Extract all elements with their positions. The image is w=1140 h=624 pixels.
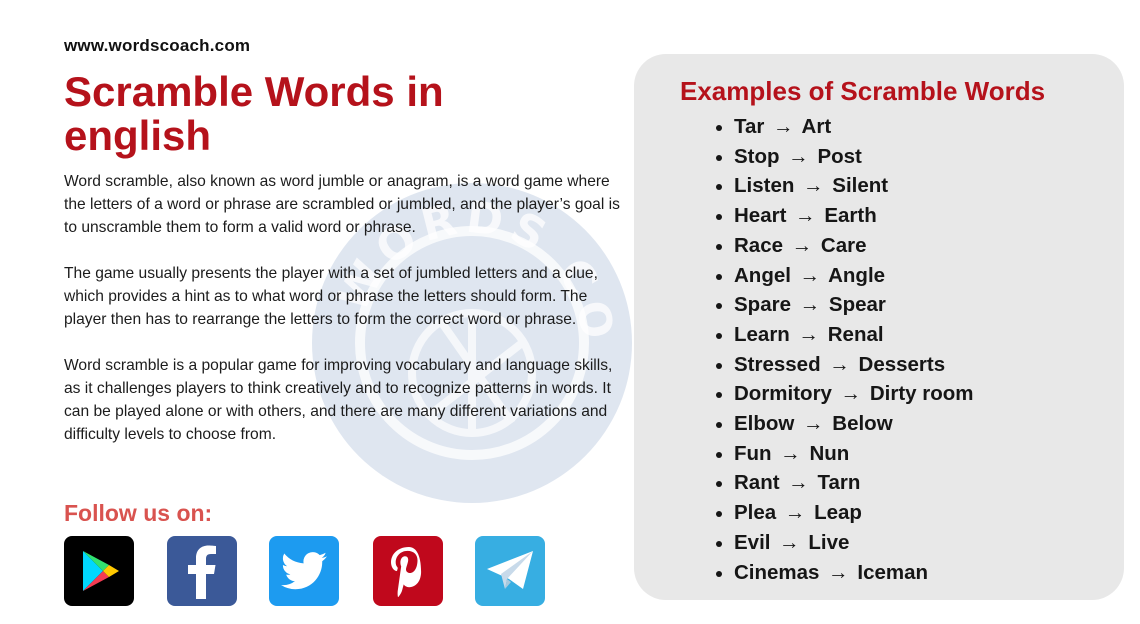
- paragraph-benefits: Word scramble is a popular game for impr…: [64, 357, 613, 443]
- example-item: Listen → Silent: [712, 171, 974, 201]
- arrow-right-icon: →: [788, 471, 809, 495]
- unscrambled-word: Art: [801, 115, 832, 138]
- example-item: Plea → Leap: [712, 498, 974, 528]
- facebook-button[interactable]: [167, 536, 237, 606]
- scrambled-word: Tar: [734, 115, 765, 138]
- examples-panel: Examples of Scramble Words Tar → Art Stop…: [634, 54, 1124, 600]
- example-item: Dormitory → Dirty room: [712, 379, 974, 409]
- examples-list: Tar → Art Stop → Post Listen → Silent Heart…: [712, 112, 974, 587]
- unscrambled-word: Dirty room: [869, 382, 974, 406]
- scrambled-word: Learn: [734, 322, 790, 346]
- scrambled-word: Listen: [734, 174, 795, 198]
- scrambled-word: Angel: [734, 263, 791, 287]
- arrow-right-icon: →: [779, 530, 800, 554]
- example-item: Heart → Earth: [712, 201, 974, 231]
- unscrambled-word: Desserts: [858, 352, 946, 376]
- arrow-right-icon: →: [791, 233, 813, 257]
- arrow-right-icon: →: [828, 560, 849, 584]
- scrambled-word: Rant: [734, 471, 780, 495]
- google-play-icon: [83, 551, 119, 591]
- example-item: Elbow → Below: [712, 409, 974, 439]
- scrambled-word: Dormitory: [734, 382, 832, 406]
- unscrambled-word: Earth: [824, 204, 877, 228]
- paragraph-gameplay: The game usually presents the player wit…: [64, 265, 598, 328]
- site-url[interactable]: www.wordscoach.com: [64, 36, 250, 56]
- scrambled-word: Fun: [734, 441, 772, 465]
- example-item: Stressed → Desserts: [712, 350, 974, 380]
- unscrambled-word: Leap: [814, 501, 862, 525]
- twitter-button[interactable]: [269, 536, 339, 606]
- arrow-right-icon: →: [840, 382, 862, 406]
- example-item: Evil → Live: [712, 528, 974, 558]
- example-item: Cinemas → Iceman: [712, 558, 974, 588]
- telegram-button[interactable]: [475, 536, 545, 606]
- google-play-button[interactable]: [64, 536, 134, 606]
- example-item: Rant → Tarn: [712, 468, 974, 498]
- scrambled-word: Race: [734, 233, 784, 257]
- page-title: Scramble Words in english: [64, 68, 444, 159]
- arrow-right-icon: →: [788, 144, 809, 168]
- scrambled-word: Heart: [734, 204, 787, 228]
- scrambled-word: Spare: [734, 293, 791, 317]
- example-item: Spare → Spear: [712, 290, 974, 320]
- unscrambled-word: Post: [817, 144, 862, 168]
- unscrambled-word: Tarn: [817, 471, 861, 495]
- unscrambled-word: Spear: [828, 293, 886, 317]
- pinterest-button[interactable]: [373, 536, 443, 606]
- article-body: Word scramble, also known as word jumble…: [64, 170, 624, 469]
- unscrambled-word: Live: [808, 530, 850, 554]
- unscrambled-word: Renal: [827, 322, 884, 346]
- arrow-right-icon: →: [798, 322, 820, 346]
- arrow-right-icon: →: [799, 263, 821, 287]
- unscrambled-word: Silent: [832, 174, 889, 198]
- pinterest-icon: [391, 547, 422, 597]
- facebook-icon: [188, 545, 216, 599]
- scrambled-word: Stop: [734, 144, 780, 168]
- arrow-right-icon: →: [795, 204, 816, 228]
- example-item: Race → Care: [712, 231, 974, 261]
- example-item: Learn → Renal: [712, 320, 974, 350]
- telegram-icon: [487, 551, 533, 589]
- scrambled-word: Plea: [734, 501, 777, 525]
- arrow-right-icon: →: [780, 441, 801, 465]
- unscrambled-word: Angle: [828, 263, 886, 287]
- unscrambled-word: Iceman: [857, 560, 929, 584]
- unscrambled-word: Nun: [809, 441, 850, 465]
- twitter-icon: [281, 552, 327, 590]
- arrow-right-icon: →: [803, 174, 824, 198]
- scrambled-word: Evil: [734, 530, 771, 554]
- scrambled-word: Elbow: [734, 412, 795, 436]
- arrow-right-icon: →: [773, 115, 794, 138]
- arrow-right-icon: →: [799, 293, 821, 317]
- paragraph-intro: Word scramble, also known as word jumble…: [64, 173, 620, 236]
- example-item: Fun → Nun: [712, 439, 974, 469]
- scrambled-word: Cinemas: [734, 560, 820, 584]
- arrow-right-icon: →: [829, 352, 850, 376]
- arrow-right-icon: →: [803, 412, 824, 436]
- scrambled-word: Stressed: [734, 352, 821, 376]
- follow-us-label: Follow us on:: [64, 500, 213, 526]
- unscrambled-word: Below: [832, 412, 893, 436]
- arrow-right-icon: →: [784, 501, 806, 525]
- examples-title: Examples of Scramble Words: [680, 76, 1046, 106]
- unscrambled-word: Care: [820, 233, 867, 257]
- example-item: Tar → Art: [712, 112, 974, 142]
- example-item: Angel → Angle: [712, 261, 974, 291]
- example-item: Stop → Post: [712, 142, 974, 172]
